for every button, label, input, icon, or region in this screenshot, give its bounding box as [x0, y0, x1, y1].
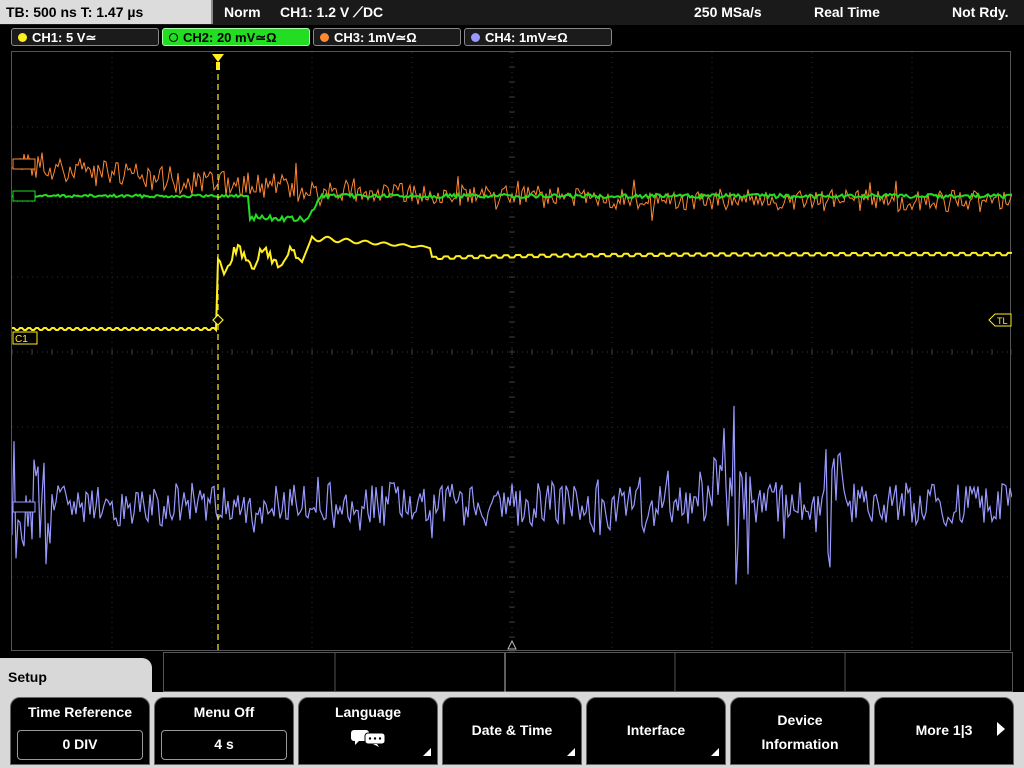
submenu-corner-icon: [423, 748, 431, 756]
trigger-position-icon[interactable]: [212, 54, 224, 62]
language-label: Language: [334, 704, 402, 720]
trigger-level-label: TL: [997, 316, 1008, 326]
trigger-mode[interactable]: Norm: [224, 0, 261, 24]
time-reference-value: 0 DIV: [17, 730, 143, 760]
menu-off-softkey[interactable]: Menu Off 4 s: [154, 697, 294, 765]
waveform-canvas[interactable]: C1 TL: [12, 52, 1012, 652]
date-time-label: Date & Time: [471, 722, 553, 738]
channel-3-label: CH3: 1mV≃Ω: [334, 30, 417, 45]
channel-2-button[interactable]: CH2: 20 mV≃Ω: [162, 28, 310, 46]
submenu-corner-icon: [567, 748, 575, 756]
timebase-readout[interactable]: TB: 500 ns T: 1.47 µs: [0, 0, 213, 24]
trigger-position-stem: [216, 62, 220, 70]
channel-1-button[interactable]: CH1: 5 V≃: [11, 28, 159, 46]
sample-rate: 250 MSa/s: [694, 4, 762, 20]
time-reference-softkey[interactable]: Time Reference 0 DIV: [10, 697, 150, 765]
trigger-level-marker[interactable]: TL: [988, 313, 1012, 327]
zoom-timeline[interactable]: [163, 652, 1013, 693]
channel-4-label: CH4: 1mV≃Ω: [485, 30, 568, 45]
menu-off-label: Menu Off: [193, 704, 255, 720]
channel-1-waveform: [12, 234, 1012, 333]
channel-bar: CH1: 5 V≃ CH2: 20 mV≃Ω CH3: 1mV≃Ω CH4: 1…: [0, 25, 1024, 49]
arrow-right-icon: [997, 722, 1005, 736]
channel-1-color-icon: [18, 33, 27, 42]
channel-3-marker[interactable]: [12, 158, 36, 170]
speech-bubbles-icon: [351, 730, 386, 747]
menu-off-value: 4 s: [161, 730, 287, 760]
trigger-point-icon: [212, 314, 224, 326]
language-softkey[interactable]: Language: [298, 697, 438, 765]
waveform-display[interactable]: C1 TL: [11, 51, 1012, 652]
graticule: [12, 52, 1012, 652]
device-information-line2: Information: [761, 736, 839, 752]
channel-1-marker-label: C1: [15, 334, 28, 345]
more-label: More 1|3: [915, 722, 973, 738]
channel-4-color-icon: [471, 33, 480, 42]
device-information-line1: Device: [777, 712, 823, 728]
channel-1-marker[interactable]: C1: [12, 331, 38, 345]
time-reference-label: Time Reference: [27, 704, 132, 720]
acquisition-status: Not Rdy.: [952, 4, 1009, 20]
timeline-canvas: [334, 653, 846, 693]
channel-3-color-icon: [320, 33, 329, 42]
device-information-softkey[interactable]: Device Information: [730, 697, 870, 765]
trigger-source[interactable]: CH1: 1.2 V ⟋DC: [280, 0, 383, 24]
channel-4-button[interactable]: CH4: 1mV≃Ω: [464, 28, 612, 46]
channel-4-marker[interactable]: [12, 501, 36, 513]
channel-1-label: CH1: 5 V≃: [32, 30, 97, 45]
submenu-corner-icon: [711, 748, 719, 756]
interface-softkey[interactable]: Interface: [586, 697, 726, 765]
channel-2-marker[interactable]: [12, 190, 36, 202]
more-softkey[interactable]: More 1|3: [874, 697, 1014, 765]
interface-label: Interface: [626, 722, 686, 738]
channel-2-color-icon: [169, 33, 178, 42]
channel-2-label: CH2: 20 mV≃Ω: [183, 30, 277, 45]
channel-3-button[interactable]: CH3: 1mV≃Ω: [313, 28, 461, 46]
date-time-softkey[interactable]: Date & Time: [442, 697, 582, 765]
acquisition-mode: Real Time: [814, 4, 880, 20]
status-bar: TB: 500 ns T: 1.47 µs Norm CH1: 1.2 V ⟋D…: [0, 0, 1024, 25]
